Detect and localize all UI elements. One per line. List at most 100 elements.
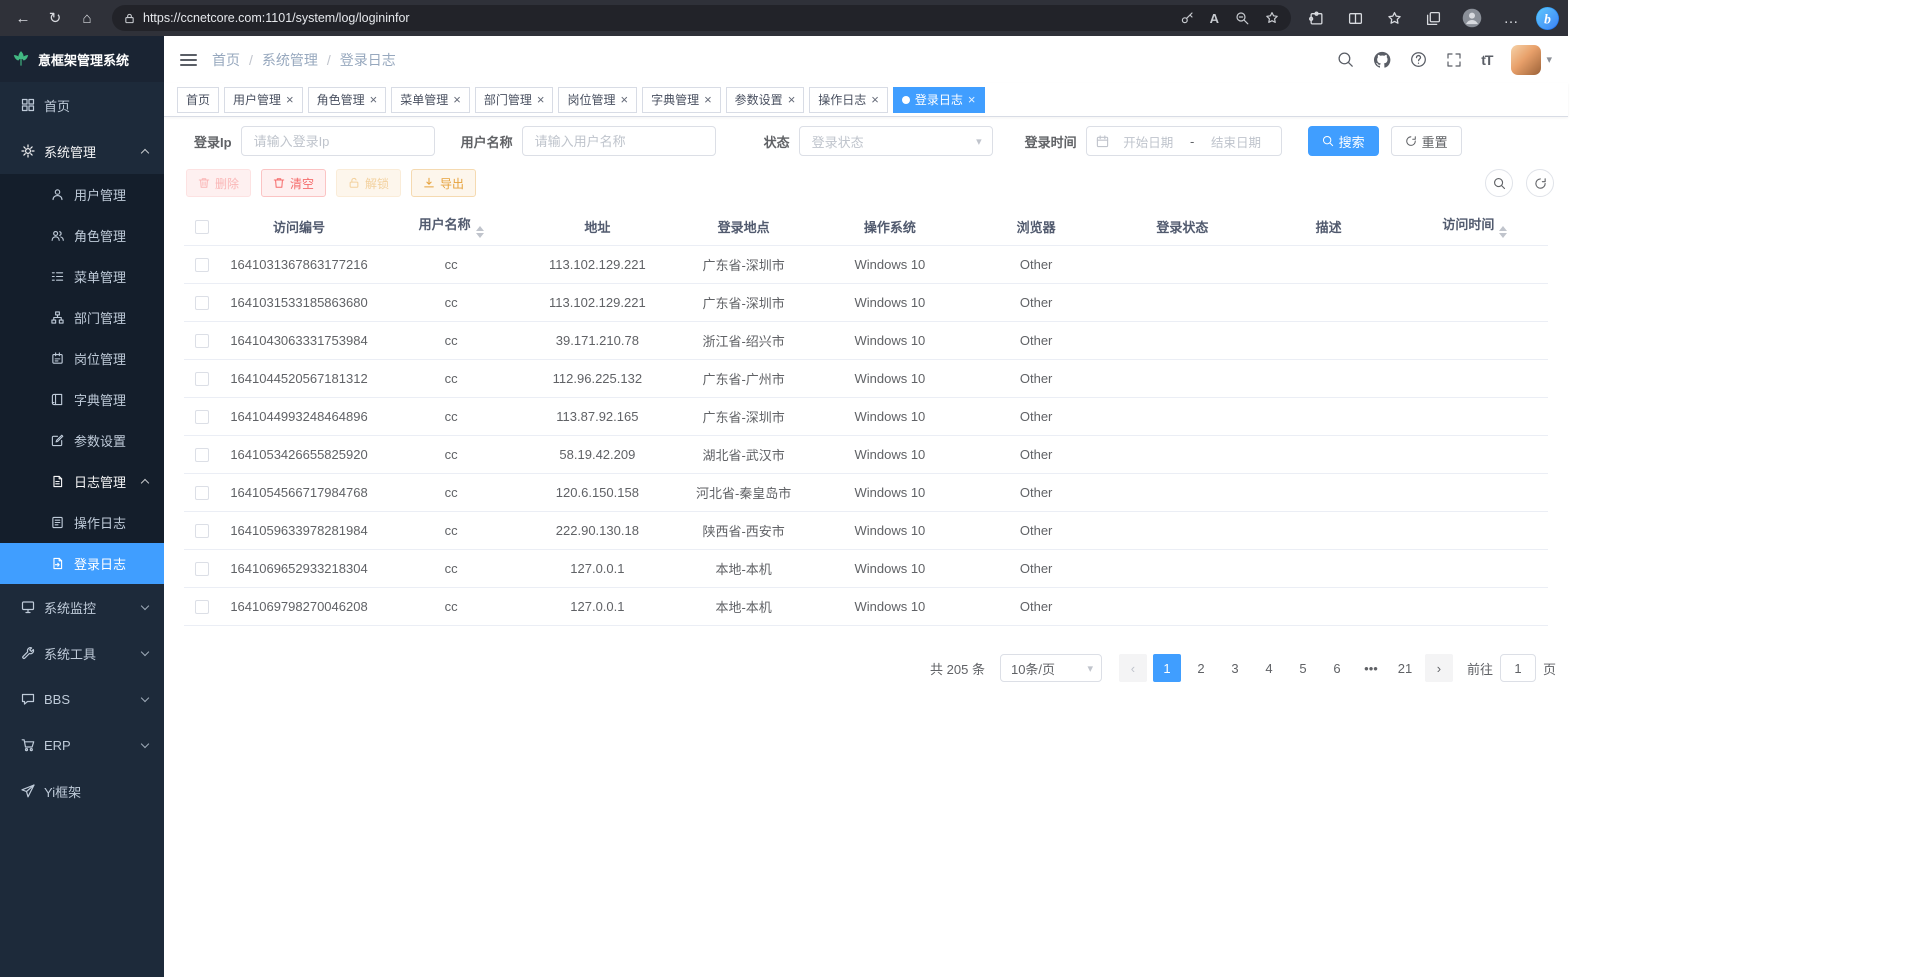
tab-param[interactable]: 参数设置× [726, 87, 805, 113]
breadcrumb-system[interactable]: 系统管理 [262, 50, 318, 70]
table-row[interactable]: 1641053426655825920 cc 58.19.42.209 湖北省-… [184, 436, 1548, 474]
select-all-checkbox[interactable] [195, 220, 209, 234]
table-row[interactable]: 1641059633978281984 cc 222.90.130.18 陕西省… [184, 512, 1548, 550]
sidebar-item-monitor[interactable]: 系统监控 [0, 584, 164, 630]
row-checkbox[interactable] [195, 410, 209, 424]
sidebar-item-dict[interactable]: 字典管理 [0, 379, 164, 420]
browser-home-button[interactable]: ⌂ [72, 5, 102, 32]
table-row[interactable]: 1641043063331753984 cc 39.171.210.78 浙江省… [184, 322, 1548, 360]
tab-dept[interactable]: 部门管理× [475, 87, 554, 113]
page-button-3[interactable]: 3 [1221, 654, 1249, 682]
table-row[interactable]: 1641044520567181312 cc 112.96.225.132 广东… [184, 360, 1548, 398]
sidebar-item-user[interactable]: 用户管理 [0, 174, 164, 215]
favorites-icon[interactable] [1379, 5, 1409, 32]
browser-back-button[interactable]: ← [8, 5, 38, 32]
row-checkbox[interactable] [195, 372, 209, 386]
sidebar-item-home[interactable]: 首页 [0, 82, 164, 128]
sidebar-item-tool[interactable]: 系统工具 [0, 630, 164, 676]
sidebar-item-bbs[interactable]: BBS [0, 676, 164, 722]
tab-close-icon[interactable]: × [788, 93, 796, 106]
read-aloud-icon[interactable]: A [1210, 11, 1219, 26]
username-input[interactable] [522, 126, 716, 156]
tab-close-icon[interactable]: × [537, 93, 545, 106]
url-text[interactable]: https://ccnetcore.com:1101/system/log/lo… [143, 11, 410, 25]
table-row[interactable]: 1641031533185863680 cc 113.102.129.221 广… [184, 284, 1548, 322]
page-button-1[interactable]: 1 [1153, 654, 1181, 682]
tab-dict[interactable]: 字典管理× [642, 87, 721, 113]
table-row[interactable]: 1641069798270046208 cc 127.0.0.1 本地-本机 W… [184, 588, 1548, 626]
goto-page-input[interactable] [1500, 654, 1536, 682]
github-icon[interactable] [1373, 51, 1391, 69]
tab-close-icon[interactable]: × [286, 93, 294, 106]
end-date-placeholder[interactable]: 结束日期 [1200, 132, 1271, 151]
sort-icon[interactable] [1499, 226, 1507, 238]
browser-profile-avatar[interactable] [1457, 5, 1487, 32]
tab-user[interactable]: 用户管理× [224, 87, 303, 113]
address-bar[interactable]: https://ccnetcore.com:1101/system/log/lo… [112, 5, 1291, 31]
extensions-icon[interactable] [1301, 5, 1331, 32]
table-row[interactable]: 1641054566717984768 cc 120.6.150.158 河北省… [184, 474, 1548, 512]
split-screen-icon[interactable] [1340, 5, 1370, 32]
tab-menu[interactable]: 菜单管理× [391, 87, 470, 113]
row-checkbox[interactable] [195, 524, 209, 538]
unlock-button[interactable]: 解锁 [336, 169, 401, 197]
sidebar-item-dept[interactable]: 部门管理 [0, 297, 164, 338]
tab-home[interactable]: 首页 [177, 87, 219, 113]
collections-icon[interactable] [1418, 5, 1448, 32]
breadcrumb-home[interactable]: 首页 [212, 50, 240, 70]
row-checkbox[interactable] [195, 562, 209, 576]
header-search-icon[interactable] [1337, 51, 1354, 68]
sidebar-item-erp[interactable]: ERP [0, 722, 164, 768]
delete-button[interactable]: 删除 [186, 169, 251, 197]
tab-loginlog[interactable]: 登录日志× [893, 87, 985, 113]
table-row[interactable]: 1641031367863177216 cc 113.102.129.221 广… [184, 246, 1548, 284]
tab-close-icon[interactable]: × [453, 93, 461, 106]
row-checkbox[interactable] [195, 258, 209, 272]
sidebar-item-role[interactable]: 角色管理 [0, 215, 164, 256]
clear-button[interactable]: 清空 [261, 169, 326, 197]
fullscreen-icon[interactable] [1446, 52, 1462, 68]
row-checkbox[interactable] [195, 296, 209, 310]
browser-refresh-button[interactable]: ↻ [40, 5, 70, 32]
sidebar-item-operlog[interactable]: 操作日志 [0, 502, 164, 543]
avatar[interactable] [1511, 45, 1541, 75]
pagination-ellipsis[interactable]: ••• [1357, 654, 1385, 682]
login-ip-input[interactable] [241, 126, 435, 156]
app-logo[interactable]: 意框架管理系统 [0, 36, 164, 82]
reset-button[interactable]: 重置 [1391, 126, 1462, 156]
tab-close-icon[interactable]: × [370, 93, 378, 106]
col-visit-id[interactable]: 访问编号 [220, 210, 378, 243]
toggle-search-icon-button[interactable] [1485, 169, 1513, 197]
row-checkbox[interactable] [195, 600, 209, 614]
page-button-5[interactable]: 5 [1289, 654, 1317, 682]
sidebar-item-system[interactable]: 系统管理 [0, 128, 164, 174]
sidebar-item-yi[interactable]: Yi框架 [0, 768, 164, 814]
tab-close-icon[interactable]: × [871, 93, 879, 106]
row-checkbox[interactable] [195, 448, 209, 462]
prev-page-button[interactable]: ‹ [1119, 654, 1147, 682]
add-favorite-star-icon[interactable] [1265, 11, 1279, 25]
font-size-icon[interactable]: tT [1481, 52, 1492, 68]
col-username[interactable]: 用户名称 [378, 207, 524, 245]
row-checkbox[interactable] [195, 486, 209, 500]
sidebar-item-loginlog[interactable]: 登录日志 [0, 543, 164, 584]
sidebar-item-menu[interactable]: 菜单管理 [0, 256, 164, 297]
tab-operlog[interactable]: 操作日志× [809, 87, 888, 113]
refresh-table-button[interactable] [1526, 169, 1554, 197]
tab-role[interactable]: 角色管理× [308, 87, 387, 113]
sort-icon[interactable] [476, 226, 484, 238]
tab-close-icon[interactable]: × [968, 93, 976, 106]
start-date-placeholder[interactable]: 开始日期 [1113, 132, 1184, 151]
col-visit-time[interactable]: 访问时间 [1402, 207, 1548, 245]
help-icon[interactable] [1410, 51, 1427, 68]
sidebar-item-post[interactable]: 岗位管理 [0, 338, 164, 379]
sidebar-item-param[interactable]: 参数设置 [0, 420, 164, 461]
export-button[interactable]: 导出 [411, 169, 476, 197]
page-button-4[interactable]: 4 [1255, 654, 1283, 682]
table-row[interactable]: 1641044993248464896 cc 113.87.92.165 广东省… [184, 398, 1548, 436]
page-button-6[interactable]: 6 [1323, 654, 1351, 682]
page-button-2[interactable]: 2 [1187, 654, 1215, 682]
status-select[interactable]: 登录状态 ▾ [799, 126, 993, 156]
tab-post[interactable]: 岗位管理× [558, 87, 637, 113]
tab-close-icon[interactable]: × [704, 93, 712, 106]
